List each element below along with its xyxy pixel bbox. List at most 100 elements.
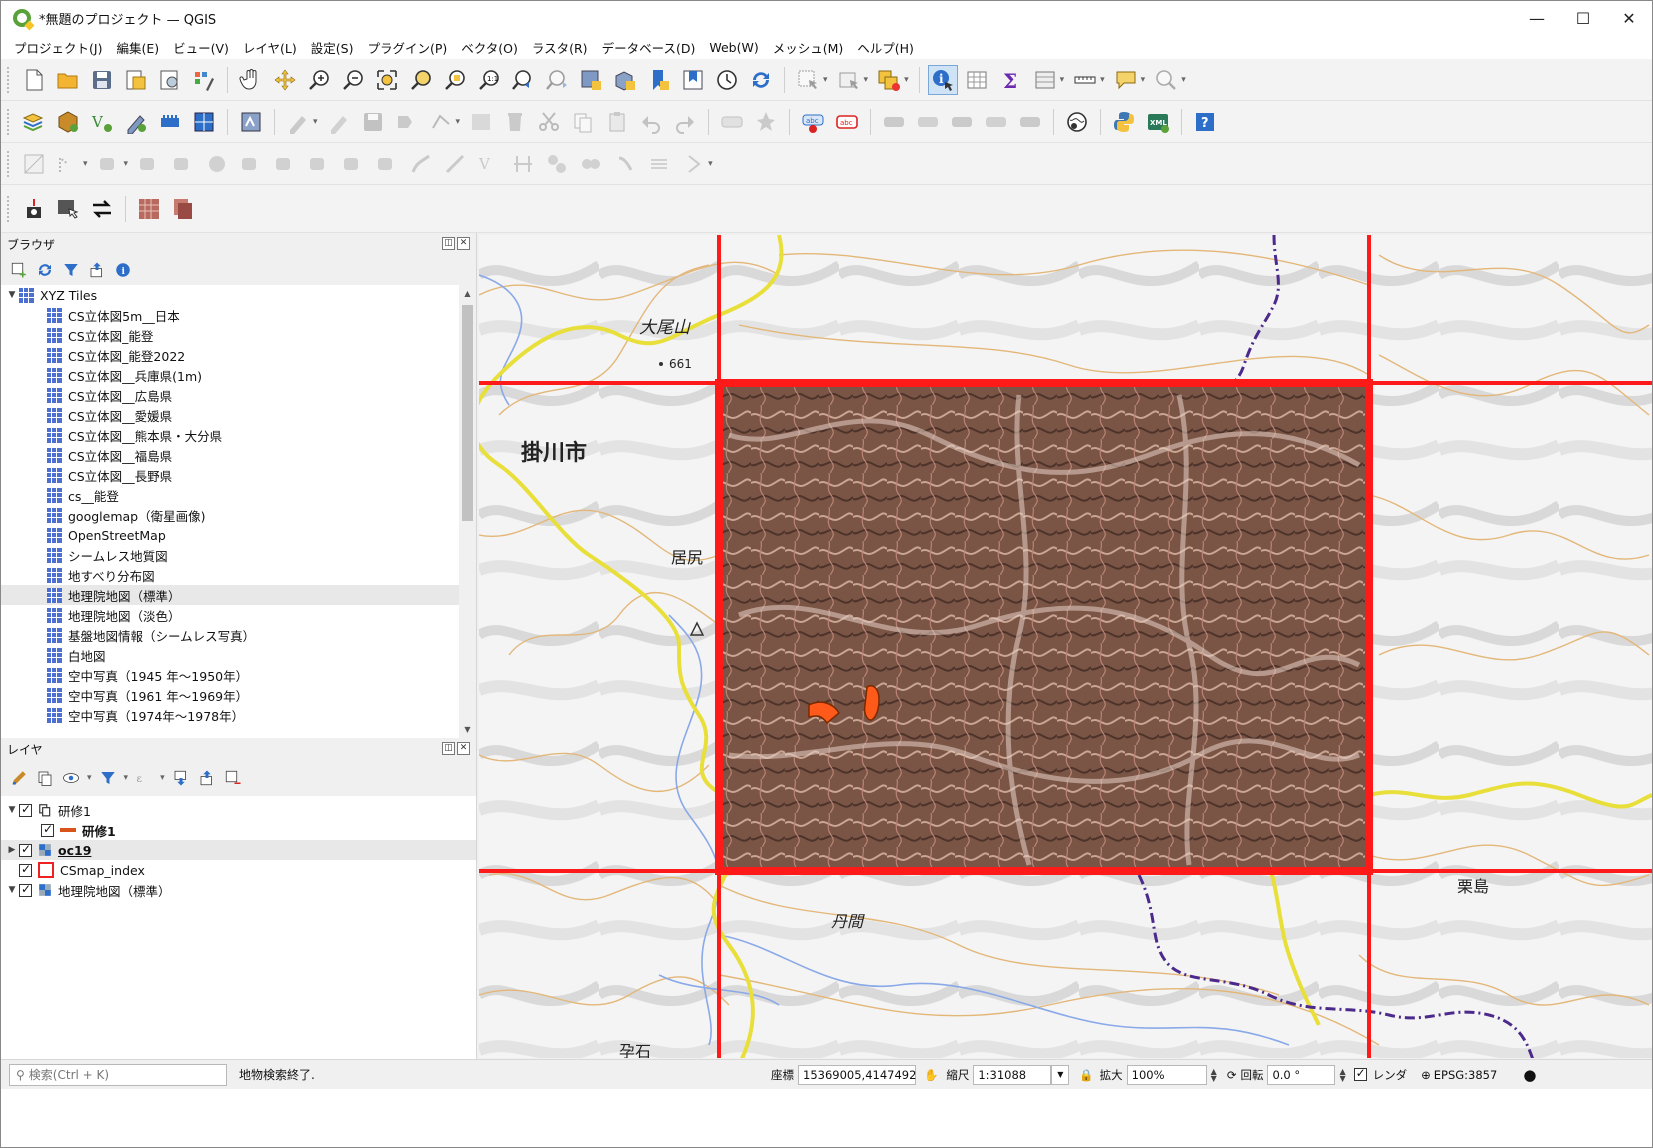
vertex-tool-icon[interactable] xyxy=(426,107,456,137)
scroll-up-icon[interactable]: ▲ xyxy=(459,285,476,302)
menu-project[interactable]: プロジェクト(J) xyxy=(7,38,109,57)
coordinate-field[interactable]: 15369005,4147492 xyxy=(798,1064,916,1085)
add-ring-icon[interactable] xyxy=(202,149,232,179)
float-panel-button[interactable]: ◫ xyxy=(442,237,455,250)
quickmapservices-icon[interactable] xyxy=(1062,107,1092,137)
deselect-features-icon[interactable] xyxy=(874,65,904,95)
browser-item[interactable]: CS立体図5m__日本 xyxy=(1,305,459,325)
menu-raster[interactable]: ラスタ(R) xyxy=(525,38,595,57)
layer-kenshu1-line[interactable]: 研修1 xyxy=(1,820,476,840)
offset-curve-icon[interactable] xyxy=(406,149,436,179)
menu-plugins[interactable]: プラグイン(P) xyxy=(360,38,454,57)
filter-by-expression-icon[interactable]: ε xyxy=(134,768,154,788)
map-canvas[interactable]: 大尾山 661 掛川市 居尻 丹間 栗島 孕石 xyxy=(479,235,1652,1058)
toolbar-handle[interactable] xyxy=(7,108,11,135)
identify-features-icon[interactable]: i xyxy=(927,64,958,95)
cut-features-icon[interactable] xyxy=(534,107,564,137)
attribute-table-tools-icon[interactable] xyxy=(1030,65,1060,95)
tree-node-xyz-tiles[interactable]: ▼ XYZ Tiles xyxy=(1,285,476,305)
rotation-spinner-icon[interactable]: ▲ ▼ xyxy=(1339,1067,1345,1082)
browser-item[interactable]: googlemap（衛星画像) xyxy=(1,505,459,525)
move-feature-icon[interactable] xyxy=(94,149,124,179)
browser-item[interactable]: 白地図 xyxy=(1,645,459,665)
split-parts-icon[interactable] xyxy=(542,149,572,179)
browser-item[interactable]: OpenStreetMap xyxy=(1,525,459,545)
new-geopackage-layer-icon[interactable] xyxy=(53,107,83,137)
delete-part-icon[interactable] xyxy=(338,149,368,179)
browser-item[interactable]: CS立体図__広島県 xyxy=(1,385,459,405)
refresh-icon[interactable] xyxy=(35,260,55,280)
new-temporary-scratch-layer-icon[interactable] xyxy=(121,107,151,137)
browser-item[interactable]: 空中写真（1974年～1978年） xyxy=(1,705,459,725)
select-by-location-icon[interactable] xyxy=(53,194,83,224)
messages-icon[interactable]: ● xyxy=(1523,1066,1536,1084)
collapse-all-layers-icon[interactable] xyxy=(197,768,217,788)
manage-map-themes-icon[interactable] xyxy=(61,768,81,788)
new-virtual-layer-icon[interactable] xyxy=(155,107,185,137)
open-attribute-table-icon[interactable] xyxy=(962,65,992,95)
zoom-native-resolution-icon[interactable]: 1:1 xyxy=(474,65,504,95)
layer-gsi-standard[interactable]: ▼ 地理院地図（標準） xyxy=(1,880,476,900)
float-panel-button[interactable]: ◫ xyxy=(442,742,455,755)
paste-features-icon[interactable] xyxy=(602,107,632,137)
add-selected-layers-icon[interactable] xyxy=(9,260,29,280)
layer-visibility-checkbox[interactable] xyxy=(19,862,32,877)
cs-map-plugin-icon[interactable] xyxy=(134,194,164,224)
remove-layer-icon[interactable] xyxy=(223,768,243,788)
merge-attributes-icon[interactable] xyxy=(610,149,640,179)
enable-properties-icon[interactable]: i xyxy=(113,260,133,280)
georeferencer-icon[interactable] xyxy=(19,194,49,224)
scale-dropdown-icon[interactable]: ▼ xyxy=(1051,1064,1070,1085)
delete-selected-icon[interactable] xyxy=(500,107,530,137)
menu-settings[interactable]: 設定(S) xyxy=(304,38,361,57)
collapse-arrow-icon[interactable]: ▼ xyxy=(5,290,19,300)
scroll-down-icon[interactable]: ▼ xyxy=(459,721,476,738)
refresh-icon[interactable] xyxy=(746,65,776,95)
reshape-features-icon[interactable] xyxy=(372,149,402,179)
change-label-icon[interactable] xyxy=(1015,107,1045,137)
render-checkbox[interactable] xyxy=(1353,1066,1367,1081)
magnifier-field[interactable]: 100% xyxy=(1126,1064,1207,1085)
trim-extend-icon[interactable]: V xyxy=(474,149,504,179)
filter-legend-icon[interactable] xyxy=(98,768,118,788)
new-bookmark-icon[interactable] xyxy=(644,65,674,95)
show-bookmarks-icon[interactable] xyxy=(678,65,708,95)
toolbar-handle[interactable] xyxy=(7,195,11,222)
modify-attributes-icon[interactable] xyxy=(466,107,496,137)
toggle-editing-icon[interactable] xyxy=(324,107,354,137)
shape-digitize-icon[interactable] xyxy=(53,149,83,179)
browser-scrollbar[interactable]: ▲ ▼ xyxy=(459,285,476,738)
redo-icon[interactable] xyxy=(670,107,700,137)
menu-help[interactable]: ヘルプ(H) xyxy=(850,38,921,57)
split-features-icon[interactable] xyxy=(508,149,538,179)
locator-search-icon[interactable] xyxy=(1151,65,1181,95)
layer-styling-icon[interactable] xyxy=(236,107,266,137)
layer-visibility-checkbox[interactable] xyxy=(19,842,32,857)
zoom-in-icon[interactable] xyxy=(304,65,334,95)
filter-browser-icon[interactable] xyxy=(61,260,81,280)
browser-item[interactable]: CS立体図__兵庫県(1m) xyxy=(1,365,459,385)
rotate-point-symbols-icon[interactable] xyxy=(644,149,674,179)
browser-item[interactable]: CS立体図_能登2022 xyxy=(1,345,459,365)
undo-icon[interactable] xyxy=(636,107,666,137)
data-source-manager-icon[interactable] xyxy=(19,107,49,137)
layer-oc19[interactable]: ▶ oc19 xyxy=(1,840,476,860)
layout-manager-icon[interactable] xyxy=(155,65,185,95)
simplify-feature-icon[interactable] xyxy=(168,149,198,179)
toolbar-handle[interactable] xyxy=(7,66,11,93)
close-button[interactable]: ✕ xyxy=(1606,1,1652,35)
copy-features-icon[interactable] xyxy=(568,107,598,137)
magnifier-spinner-icon[interactable]: ▲ ▼ xyxy=(1211,1067,1217,1082)
cs-map-batch-icon[interactable] xyxy=(168,194,198,224)
menu-view[interactable]: ビュー(V) xyxy=(166,38,236,57)
fill-ring-icon[interactable] xyxy=(270,149,300,179)
crs-globe-icon[interactable]: ⊕ xyxy=(1421,1068,1431,1082)
toggle-extents-icon[interactable]: ✋ xyxy=(924,1068,938,1082)
menu-layer[interactable]: レイヤ(L) xyxy=(236,38,304,57)
rotate-feature-icon[interactable] xyxy=(134,149,164,179)
collapse-arrow-icon[interactable]: ▼ xyxy=(5,885,19,895)
browser-item[interactable]: 地すべり分布図 xyxy=(1,565,459,585)
statistical-summary-icon[interactable]: Σ xyxy=(996,65,1026,95)
map-tips-icon[interactable] xyxy=(1111,65,1141,95)
zoom-to-layer-icon[interactable] xyxy=(440,65,470,95)
